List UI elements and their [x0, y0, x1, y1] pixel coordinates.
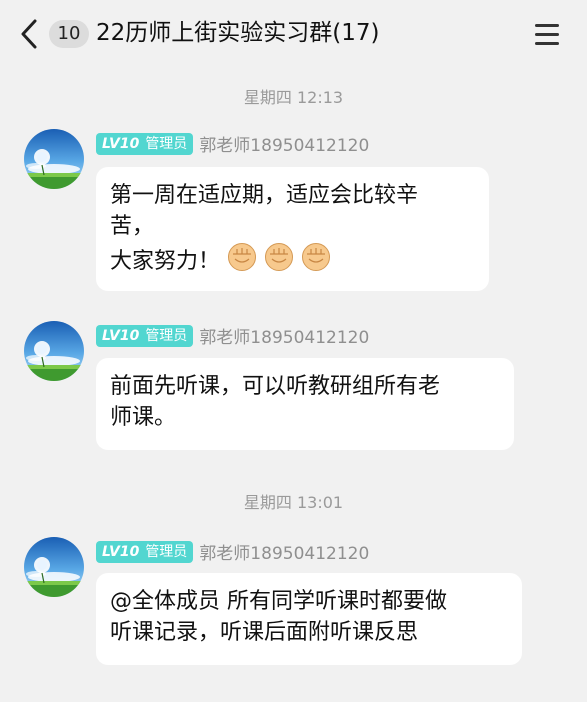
level-label: LV10	[102, 543, 140, 560]
sender-avatar[interactable]	[24, 537, 84, 597]
back-button[interactable]	[16, 16, 44, 52]
message-text-line: 听课记录，听课后面附听课反思	[110, 620, 419, 645]
sender-meta: LV10 管理员 郭老师18950412120	[96, 323, 369, 348]
sender-name[interactable]: 郭老师18950412120	[199, 323, 369, 348]
fist-icon	[264, 242, 294, 272]
message-bubble[interactable]: 第一周在适应期，适应会比较辛 苦， 大家努力！	[96, 167, 489, 291]
message-text-line: 大家努力！	[110, 249, 221, 274]
fist-icon	[227, 242, 257, 272]
sender-meta: LV10 管理员 郭老师18950412120	[96, 131, 369, 156]
level-label: LV10	[102, 327, 140, 344]
message-bubble[interactable]: 前面先听课，可以听教研组所有老 师课。	[96, 358, 514, 450]
dandelion-avatar-image	[24, 321, 84, 381]
role-label: 管理员	[145, 543, 188, 560]
level-role-badge: LV10 管理员	[96, 132, 194, 155]
fist-icon	[301, 242, 331, 272]
menu-button[interactable]	[532, 20, 562, 48]
dandelion-avatar-image	[24, 537, 84, 597]
chevron-left-icon	[21, 19, 37, 49]
role-label: 管理员	[145, 327, 188, 344]
unread-count-badge[interactable]: 10	[49, 20, 89, 48]
chat-header: 10 22历师上街实验实习群(17)	[0, 0, 587, 68]
sender-avatar[interactable]	[24, 129, 84, 189]
level-role-badge: LV10 管理员	[96, 324, 194, 347]
sender-avatar[interactable]	[24, 321, 84, 381]
level-label: LV10	[102, 135, 140, 152]
message-timestamp: 星期四 12:13	[243, 88, 344, 107]
chat-title: 22历师上街实验实习群(17)	[96, 20, 380, 46]
message-text-line: 第一周在适应期，适应会比较辛	[110, 183, 419, 208]
sender-name[interactable]: 郭老师18950412120	[199, 539, 369, 564]
dandelion-avatar-image	[24, 129, 84, 189]
role-label: 管理员	[145, 135, 188, 152]
message-timestamp: 星期四 13:01	[243, 493, 344, 512]
level-role-badge: LV10 管理员	[96, 540, 194, 563]
message-text-line: @全体成员 所有同学听课时都要做	[110, 589, 447, 614]
menu-icon	[535, 24, 559, 27]
message-bubble[interactable]: @全体成员 所有同学听课时都要做 听课记录，听课后面附听课反思	[96, 573, 522, 665]
message-text-line: 苦，	[110, 214, 155, 239]
message-text-line: 师课。	[110, 405, 177, 430]
message-text-line: 前面先听课，可以听教研组所有老	[110, 374, 441, 399]
sender-name[interactable]: 郭老师18950412120	[199, 131, 369, 156]
sender-meta: LV10 管理员 郭老师18950412120	[96, 539, 369, 564]
